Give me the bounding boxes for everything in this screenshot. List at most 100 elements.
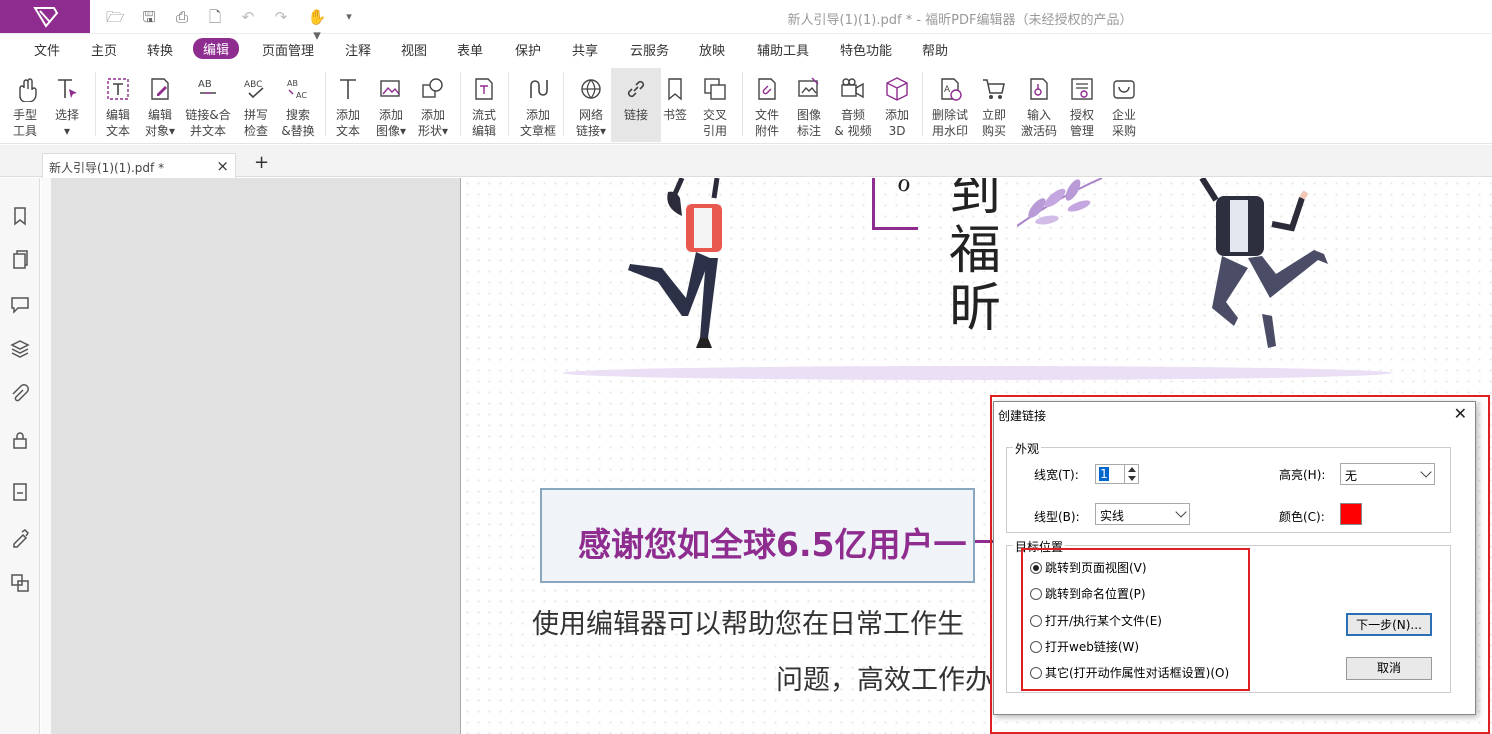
cart-icon [981,76,1007,102]
customize-quick-access-icon[interactable]: ▾ [340,8,358,26]
redo-icon[interactable]: ↷ [272,8,290,26]
add-shape-icon [420,76,446,102]
spinner-buttons[interactable] [1124,465,1138,483]
radio-button[interactable] [1030,615,1042,627]
license-icon [1069,76,1095,102]
hand-dropdown-icon[interactable]: ✋▾ [304,8,330,26]
target-option-2[interactable]: 打开/执行某个文件(E) [1030,612,1162,629]
tool-add-3d[interactable]: 添加3D [872,68,922,142]
menu-12[interactable]: 辅助工具 [757,40,809,59]
tool-web-link[interactable]: 网络链接▾ [566,68,616,142]
menu-11[interactable]: 放映 [699,40,725,59]
menu-5[interactable]: 注释 [345,40,371,59]
radio-button[interactable] [1030,562,1042,574]
new-tab-icon[interactable]: + [254,152,269,173]
selected-link-text-box[interactable]: 感谢您如全球6.5亿用户一 [540,488,975,583]
highlight-select[interactable]: 无 [1340,463,1435,485]
tool-flow-edit[interactable]: 流式编辑 [459,68,509,142]
target-option-label: 跳转到页面视图(V) [1045,561,1147,575]
layers-panel-icon[interactable] [9,338,31,360]
spin-down-icon[interactable] [1128,476,1136,481]
menu-0[interactable]: 文件 [34,40,60,59]
image-annotation-icon [796,76,822,102]
tool-audio-video[interactable]: 音频& 视频 [828,68,878,142]
menu-14[interactable]: 帮助 [922,40,948,59]
target-option-label: 打开/执行某个文件(E) [1045,614,1162,628]
audio-video-icon [840,76,866,102]
attachments-panel-icon[interactable] [9,384,31,406]
target-option-4[interactable]: 其它(打开动作属性对话框设置)(O) [1030,664,1229,681]
menu-9[interactable]: 共享 [572,40,598,59]
tool-label: 网络链接▾ [566,107,616,139]
menu-13[interactable]: 特色功能 [840,40,892,59]
woman-illustration [622,178,742,353]
tool-cart[interactable]: 立即购买 [969,68,1019,142]
spin-up-icon[interactable] [1128,467,1136,472]
target-option-1[interactable]: 跳转到命名位置(P) [1030,585,1146,602]
tool-label: 立即购买 [969,107,1019,139]
open-icon[interactable]: 🗁 [106,8,124,26]
tool-edit-object[interactable]: 编辑对象▾ [135,68,185,142]
undo-icon[interactable]: ↶ [239,8,257,26]
svg-text:A: A [944,85,951,95]
bookmark-panel-icon[interactable] [9,205,31,227]
comments-panel-icon[interactable] [9,293,31,315]
print-icon[interactable]: ⎙ [173,8,191,26]
next-button[interactable]: 下一步(N)... [1346,613,1432,636]
radio-button[interactable] [1030,588,1042,600]
target-option-0[interactable]: 跳转到页面视图(V) [1030,559,1147,576]
color-picker[interactable] [1340,503,1362,525]
document-tab[interactable]: 新人引导(1)(1).pdf * × [42,153,236,178]
new-file-icon[interactable]: 🗋 [206,8,224,26]
cancel-button[interactable]: 取消 [1346,657,1432,680]
tool-add-article[interactable]: 添加文章框 [513,68,563,142]
target-option-3[interactable]: 打开web链接(W) [1030,638,1139,655]
tool-link-merge-text[interactable]: AB链接&合并文本 [183,68,233,142]
tool-label: 音频& 视频 [828,107,878,139]
close-tab-icon[interactable]: × [216,157,229,175]
svg-text:ABC: ABC [244,80,262,90]
welcome-vertical-title: 到福昕 [949,178,1009,338]
line-style-select[interactable]: 实线 [1095,503,1190,525]
tool-label: 图像标注 [784,107,834,139]
tool-label: 编辑对象▾ [135,107,185,139]
menu-7[interactable]: 表单 [457,40,483,59]
content-panel-icon[interactable] [9,481,31,503]
menu-4[interactable]: 页面管理 [262,40,314,59]
body-text-line-1: 使用编辑器可以帮助您在日常工作生 [532,602,964,641]
spell-check-icon: ABC [243,76,269,102]
compare-panel-icon[interactable] [9,572,31,594]
menu-3[interactable]: 编辑 [193,38,239,59]
tool-image-annotation[interactable]: 图像标注 [784,68,834,142]
menu-10[interactable]: 云服务 [630,40,669,59]
dialog-close-icon[interactable]: ✕ [1454,404,1467,423]
tool-search-replace[interactable]: ABAC搜索&替换 [273,68,323,142]
security-panel-icon[interactable] [9,429,31,451]
menu-6[interactable]: 视图 [401,40,427,59]
app-logo[interactable] [0,0,90,33]
document-tab-bar: 新人引导(1)(1).pdf * × + [0,145,1492,177]
tool-select[interactable]: 选择▾ [42,68,92,142]
ribbon-toolbar: 手型工具选择▾编辑文本编辑对象▾AB链接&合并文本ABC拼写检查ABAC搜索&替… [0,64,1492,144]
search-replace-icon: ABAC [285,76,311,102]
foxit-logo-icon [32,5,60,29]
save-icon[interactable]: 🖫 [140,8,158,26]
menu-1[interactable]: 主页 [91,40,117,59]
menu-8[interactable]: 保护 [515,40,541,59]
tool-remove-watermark[interactable]: A删除试用水印 [925,68,975,142]
menu-2[interactable]: 转换 [147,40,173,59]
line-width-spinner[interactable]: 1 [1095,464,1139,484]
tool-label: 选择▾ [42,107,92,139]
tool-add-shape[interactable]: 添加形状▾ [408,68,458,142]
tool-cross-reference[interactable]: 交叉引用 [690,68,740,142]
tool-enterprise-purchase[interactable]: 企业采购 [1099,68,1149,142]
radio-button[interactable] [1030,667,1042,679]
signature-panel-icon[interactable] [9,527,31,549]
svg-text:AC: AC [296,91,307,100]
link-icon [623,76,649,102]
pages-panel-icon[interactable] [9,249,31,271]
file-attachment-icon [754,76,780,102]
radio-button[interactable] [1030,641,1042,653]
line-width-label: 线宽(T): [1034,466,1079,483]
menu-bar: 文件 主页 转换 编辑 页面管理 注释 视图 表单 保护 共享 云服务 放映 辅助工具 特色功能 帮助 [0,36,1492,62]
